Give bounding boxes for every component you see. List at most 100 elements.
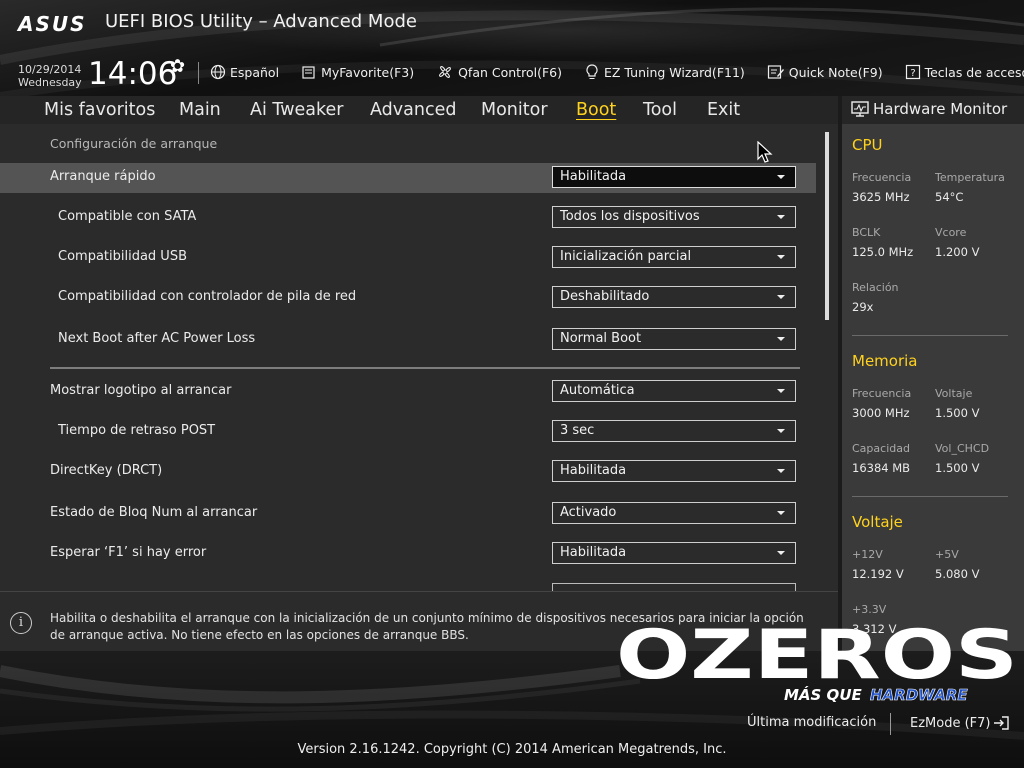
favorite-list-icon bbox=[302, 66, 315, 79]
mem-cap-label: Capacidad bbox=[852, 442, 910, 455]
lightbulb-icon bbox=[586, 64, 598, 79]
setting-label: DirectKey (DRCT) bbox=[50, 463, 163, 478]
hotkeys-label: Teclas de acceso directo bbox=[924, 64, 1024, 80]
tab-advanced[interactable]: Advanced bbox=[370, 100, 456, 120]
last-modified-button[interactable]: Última modificación bbox=[747, 715, 876, 730]
setting-label: Compatible con SATA bbox=[58, 209, 197, 224]
section-title: Configuración de arranque bbox=[50, 136, 218, 151]
chevron-down-icon bbox=[777, 429, 785, 433]
tab-exit[interactable]: Exit bbox=[707, 100, 740, 120]
ozeros-watermark-logo: OZEROS MÁS QUE HARDWARE bbox=[616, 616, 1018, 704]
setting-row-next-boot-ac-loss[interactable]: Next Boot after AC Power Loss Normal Boo… bbox=[0, 325, 816, 355]
page-title: UEFI BIOS Utility – Advanced Mode bbox=[105, 11, 417, 32]
hotkeys-button[interactable]: ? Teclas de acceso directo bbox=[905, 64, 1024, 80]
dropdown-value: Habilitada bbox=[560, 169, 627, 184]
header-bar: ASUS UEFI BIOS Utility – Advanced Mode 1… bbox=[0, 0, 1024, 96]
setting-label: Compatibilidad USB bbox=[58, 249, 187, 264]
post-delay-dropdown[interactable]: 3 sec bbox=[552, 420, 796, 442]
dropdown-value: Habilitada bbox=[560, 545, 627, 560]
setting-row-directkey[interactable]: DirectKey (DRCT) Habilitada bbox=[0, 457, 816, 487]
setting-row-boot-logo[interactable]: Mostrar logotipo al arrancar Automática bbox=[0, 377, 816, 407]
numlock-dropdown[interactable]: Activado bbox=[552, 502, 796, 524]
setting-label: Compatibilidad con controlador de pila d… bbox=[58, 289, 357, 304]
fast-boot-dropdown[interactable]: Habilitada bbox=[552, 166, 796, 188]
tab-monitor[interactable]: Monitor bbox=[481, 100, 548, 120]
mem-volt-value: 1.500 V bbox=[935, 406, 980, 420]
hwm-divider bbox=[852, 335, 1008, 336]
next-boot-dropdown[interactable]: Normal Boot bbox=[552, 328, 796, 350]
note-icon bbox=[767, 65, 784, 79]
dropdown-value: Normal Boot bbox=[560, 331, 642, 346]
gear-icon[interactable]: ✿ bbox=[170, 56, 185, 77]
setting-row-post-delay[interactable]: Tiempo de retraso POST 3 sec bbox=[0, 417, 816, 447]
setting-row-network-stack[interactable]: Compatibilidad con controlador de pila d… bbox=[0, 283, 816, 313]
hardware-monitor-header: Hardware Monitor bbox=[842, 96, 1024, 124]
monitor-icon bbox=[851, 101, 869, 117]
language-button[interactable]: Español bbox=[210, 64, 279, 80]
chevron-down-icon bbox=[777, 295, 785, 299]
myfavorite-label: MyFavorite(F3) bbox=[321, 64, 415, 80]
dropdown-value: 3 sec bbox=[560, 423, 595, 438]
setting-label: Esperar ‘F1’ si hay error bbox=[50, 545, 207, 560]
chevron-down-icon bbox=[777, 511, 785, 515]
vol-chcd-label: Vol_CHCD bbox=[935, 442, 990, 455]
setting-label: Estado de Bloq Num al arrancar bbox=[50, 505, 258, 520]
date-display: 10/29/2014 Wednesday bbox=[18, 63, 82, 89]
version-text: Version 2.16.1242. Copyright (C) 2014 Am… bbox=[297, 742, 727, 757]
myfavorite-button[interactable]: MyFavorite(F3) bbox=[301, 64, 414, 80]
vol-chcd-value: 1.500 V bbox=[935, 461, 980, 475]
usb-support-dropdown[interactable]: Inicialización parcial bbox=[552, 246, 796, 268]
vcore-label: Vcore bbox=[935, 226, 967, 239]
dropdown-value: Activado bbox=[560, 505, 617, 520]
qfan-control-button[interactable]: Qfan Control(F6) bbox=[436, 63, 562, 81]
watermark-tagline-2: HARDWARE bbox=[870, 686, 968, 704]
v12-value: 12.192 V bbox=[852, 567, 904, 581]
clock-display[interactable]: 14:06 bbox=[88, 56, 177, 92]
tab-main[interactable]: Main bbox=[179, 100, 221, 120]
boot-settings-panel: Configuración de arranque Arranque rápid… bbox=[0, 124, 838, 591]
hardware-monitor-panel: Hardware Monitor CPU Frecuencia Temperat… bbox=[842, 96, 1024, 702]
watermark-text: OZEROS bbox=[616, 616, 1018, 695]
setting-row-numlock[interactable]: Estado de Bloq Num al arrancar Activado bbox=[0, 499, 816, 529]
quick-note-label: Quick Note(F9) bbox=[788, 64, 883, 80]
qfan-label: Qfan Control(F6) bbox=[458, 64, 562, 80]
toolbar: Español MyFavorite(F3) Qfan Control(F6) … bbox=[210, 63, 1024, 81]
chevron-down-icon bbox=[777, 389, 785, 393]
setting-row-fast-boot[interactable]: Arranque rápido Habilitada bbox=[0, 163, 816, 193]
date-text: 10/29/2014 bbox=[18, 63, 82, 76]
tab-tool[interactable]: Tool bbox=[643, 100, 677, 120]
ez-tuning-wizard-button[interactable]: EZ Tuning Wizard(F11) bbox=[584, 63, 745, 81]
directkey-dropdown[interactable]: Habilitada bbox=[552, 460, 796, 482]
cpu-heading: CPU bbox=[852, 136, 883, 154]
dropdown-value: Inicialización parcial bbox=[560, 249, 692, 264]
tab-mis-favoritos[interactable]: Mis favoritos bbox=[44, 100, 155, 120]
boot-logo-dropdown[interactable]: Automática bbox=[552, 380, 796, 402]
v33-label: +3.3V bbox=[852, 603, 887, 616]
chevron-down-icon bbox=[777, 469, 785, 473]
dropdown-value: Deshabilitado bbox=[560, 289, 650, 304]
menu-tabs: Mis favoritos Main Ai Tweaker Advanced M… bbox=[0, 96, 838, 124]
v5-value: 5.080 V bbox=[935, 567, 980, 581]
dropdown-value: Todos los dispositivos bbox=[560, 209, 700, 224]
ratio-label: Relación bbox=[852, 281, 899, 294]
chevron-down-icon bbox=[777, 175, 785, 179]
quick-note-button[interactable]: Quick Note(F9) bbox=[767, 64, 883, 80]
setting-row-usb-support[interactable]: Compatibilidad USB Inicialización parcia… bbox=[0, 243, 816, 273]
watermark-tagline-1: MÁS QUE bbox=[784, 685, 862, 704]
wait-f1-dropdown[interactable]: Habilitada bbox=[552, 542, 796, 564]
network-stack-dropdown[interactable]: Deshabilitado bbox=[552, 286, 796, 308]
settings-scrollbar[interactable] bbox=[825, 132, 829, 320]
brand-logo: ASUS bbox=[18, 12, 87, 36]
mouse-cursor-icon bbox=[757, 141, 773, 163]
tab-boot[interactable]: Boot bbox=[576, 100, 616, 120]
bclk-value: 125.0 MHz bbox=[852, 245, 914, 259]
sata-support-dropdown[interactable]: Todos los dispositivos bbox=[552, 206, 796, 228]
cpu-freq-label: Frecuencia bbox=[852, 171, 912, 184]
ezmode-button[interactable]: EzMode (F7) bbox=[910, 715, 1010, 731]
weekday-text: Wednesday bbox=[18, 76, 82, 89]
setting-row-wait-f1[interactable]: Esperar ‘F1’ si hay error Habilitada bbox=[0, 539, 816, 569]
tab-ai-tweaker[interactable]: Ai Tweaker bbox=[250, 100, 343, 120]
setting-row-sata-support[interactable]: Compatible con SATA Todos los dispositiv… bbox=[0, 203, 816, 233]
cpu-temp-label: Temperatura bbox=[935, 171, 1005, 184]
dropdown-value: Habilitada bbox=[560, 463, 627, 478]
